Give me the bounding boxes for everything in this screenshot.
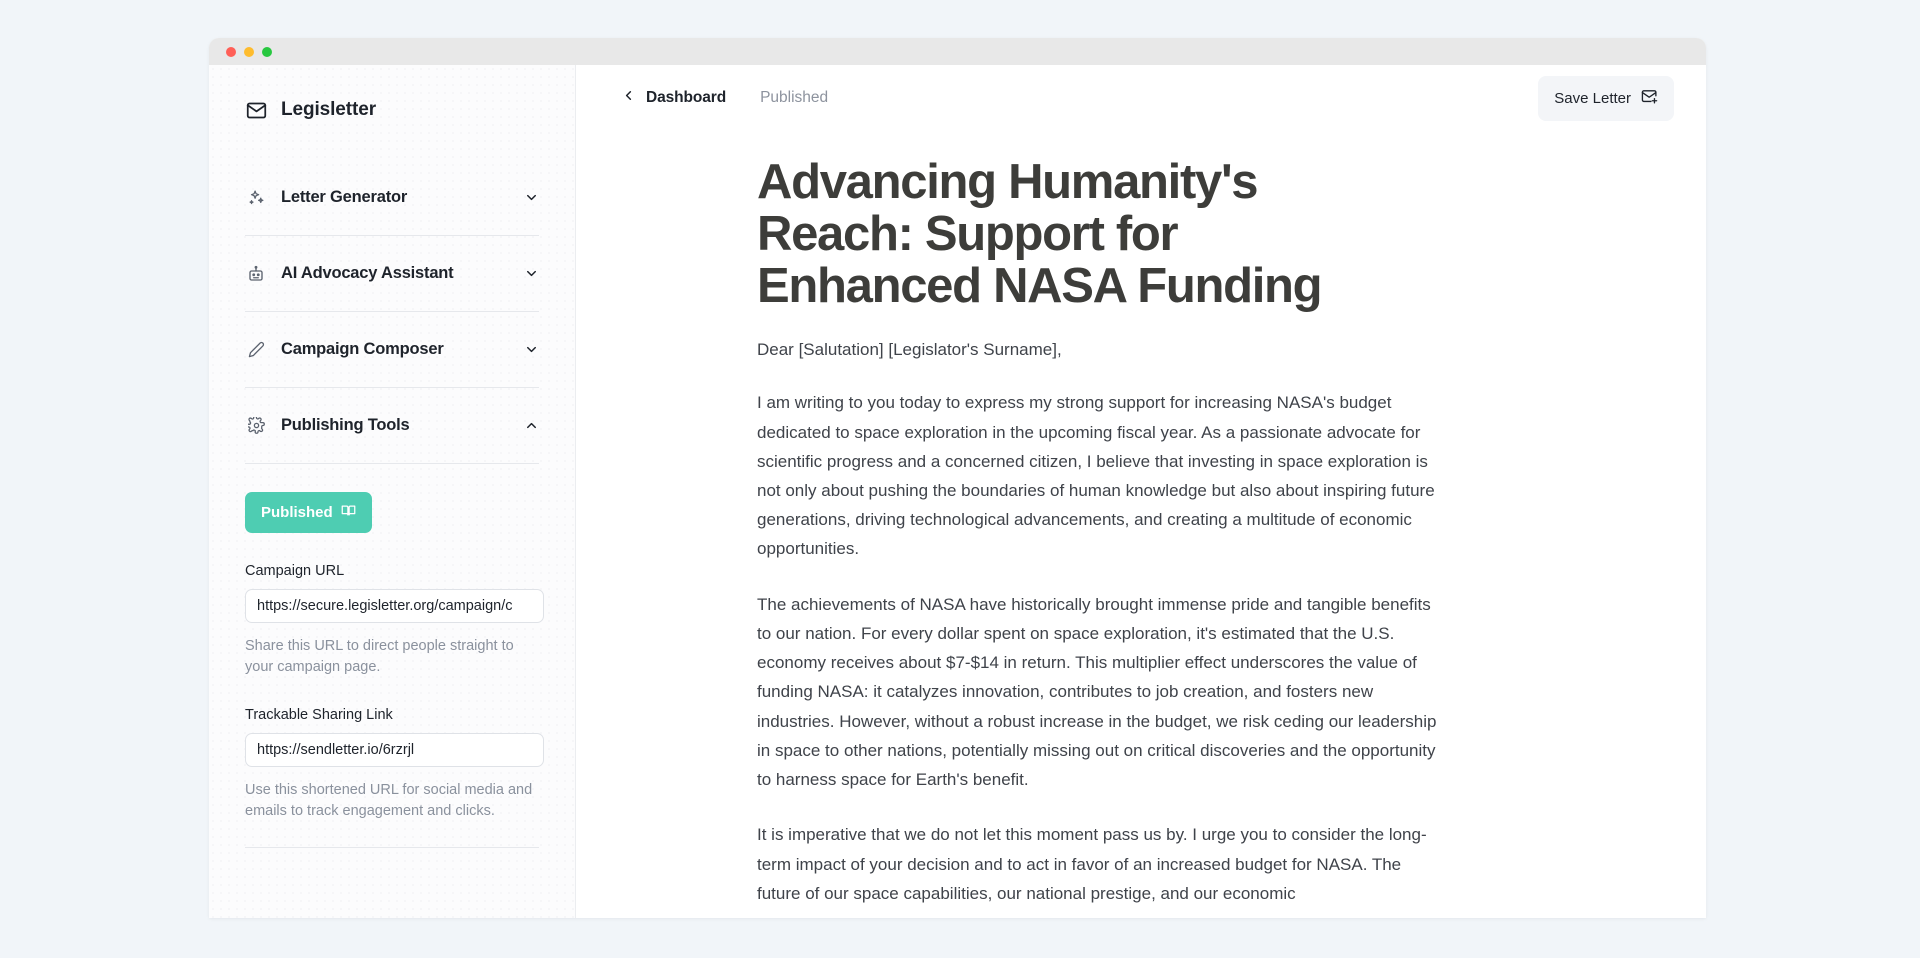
sidebar-item-label: Campaign Composer <box>281 340 444 358</box>
breadcrumb-back-label: Dashboard <box>646 89 727 106</box>
letter-paragraph: It is imperative that we do not let this… <box>757 825 1427 903</box>
breadcrumb-back-dashboard[interactable]: Dashboard <box>621 88 726 108</box>
sidebar-item-label: AI Advocacy Assistant <box>281 264 454 282</box>
sidebar-item-publishing-tools[interactable]: Publishing Tools <box>245 387 539 463</box>
trackable-link-help: Use this shortened URL for social media … <box>245 782 533 819</box>
trackable-link-input[interactable]: https://sendletter.io/6rzrjl <box>245 733 544 768</box>
pencil-icon <box>245 341 267 358</box>
robot-icon <box>245 265 267 283</box>
trackable-link-label: Trackable Sharing Link <box>245 707 393 724</box>
window-titlebar <box>209 38 1706 65</box>
gear-icon <box>245 417 267 434</box>
chevron-down-icon[interactable] <box>524 266 539 281</box>
sidebar-bottom-divider <box>245 847 539 849</box>
book-open-icon <box>341 503 356 522</box>
publishing-tools-panel: Published Campaign URL https://secure.le… <box>245 463 544 821</box>
app-window: Legisletter Letter Generator AI Advocacy… <box>209 38 1706 918</box>
maximize-window-button[interactable] <box>262 46 272 57</box>
brand[interactable]: Legisletter <box>209 65 575 121</box>
breadcrumb-current[interactable]: Published <box>760 89 828 107</box>
status-badge[interactable]: Published <box>245 492 372 533</box>
letter-document: Advancing Humanity's Reach: Support for … <box>576 131 1436 908</box>
chevron-up-icon[interactable] <box>524 418 539 433</box>
sidebar-item-label: Publishing Tools <box>281 416 410 434</box>
save-letter-button[interactable]: Save Letter <box>1538 75 1674 121</box>
campaign-url-help: Share this URL to direct people straight… <box>245 638 514 675</box>
topbar: Dashboard Published Save Letter <box>576 65 1706 131</box>
campaign-url-input[interactable]: https://secure.legisletter.org/campaign/… <box>245 589 544 623</box>
main-content: Dashboard Published Save Letter Advancin… <box>576 65 1706 918</box>
sidebar-nav: Letter Generator AI Advocacy Assistant C… <box>245 159 539 463</box>
envelope-icon <box>245 100 267 121</box>
status-badge-label: Published <box>261 504 333 521</box>
brand-name: Legisletter <box>281 99 376 120</box>
envelope-plus-icon <box>1641 88 1658 109</box>
breadcrumb: Dashboard Published <box>621 88 828 108</box>
letter-salutation: Dear [Salutation] [Legislator's Surname]… <box>757 339 1062 359</box>
page-title: Advancing Humanity's Reach: Support for … <box>757 155 1323 313</box>
sparkles-icon <box>245 189 267 206</box>
chevron-left-icon <box>621 88 636 108</box>
sidebar-item-letter-generator[interactable]: Letter Generator <box>245 159 539 235</box>
chevron-down-icon[interactable] <box>524 342 539 357</box>
campaign-url-label: Campaign URL <box>245 563 345 579</box>
minimize-window-button[interactable] <box>244 46 254 57</box>
letter-paragraph: The achievements of NASA have historical… <box>757 594 1437 790</box>
sidebar-item-campaign-composer[interactable]: Campaign Composer <box>245 311 539 387</box>
app-body: Legisletter Letter Generator AI Advocacy… <box>209 65 1706 918</box>
save-letter-label: Save Letter <box>1554 89 1631 107</box>
page-root: Legisletter Letter Generator AI Advocacy… <box>0 0 1920 958</box>
chevron-down-icon[interactable] <box>524 190 539 205</box>
close-window-button[interactable] <box>226 46 236 57</box>
sidebar-item-label: Letter Generator <box>281 187 408 206</box>
sidebar: Legisletter Letter Generator AI Advocacy… <box>209 65 576 918</box>
letter-paragraph: I am writing to you today to express my … <box>757 393 1435 559</box>
sidebar-item-ai-advocacy-assistant[interactable]: AI Advocacy Assistant <box>245 235 539 311</box>
